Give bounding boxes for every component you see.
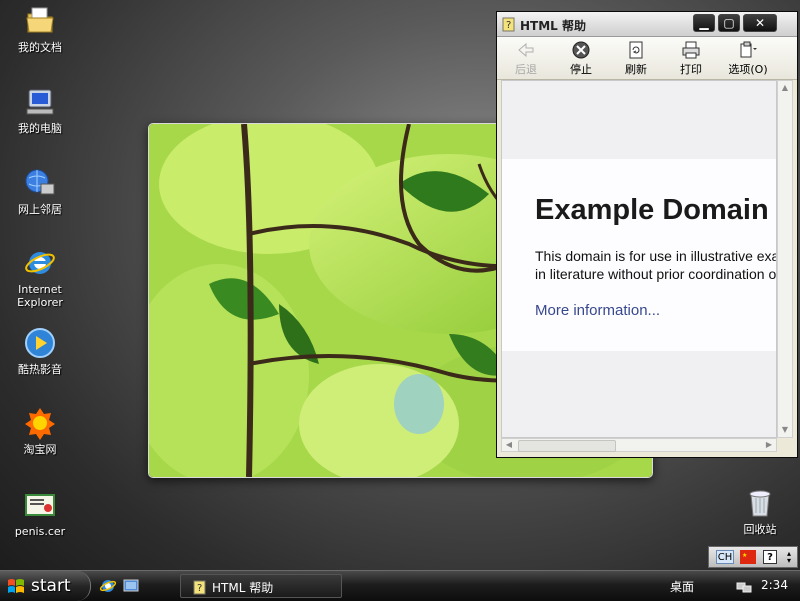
example-domain-card: Example Domain This domain is for use in… xyxy=(502,159,777,351)
desktop-icon-label: 回收站 xyxy=(743,523,777,536)
desktop-toolbar-label[interactable]: 桌面 xyxy=(670,578,694,595)
html-help-window: ? HTML 帮助 ▁ ▢ ✕ 后退 停止 刷新 打印 选项(O) Exampl… xyxy=(496,11,798,458)
computer-icon xyxy=(26,89,54,115)
vertical-scrollbar[interactable]: ▲ ▼ xyxy=(777,80,793,438)
stop-icon xyxy=(572,41,590,59)
scroll-right-arrow-icon[interactable]: ▶ xyxy=(762,439,776,451)
desktop-icon-label: 我的电脑 xyxy=(18,122,62,135)
page-heading: Example Domain xyxy=(535,194,769,226)
taskbar: start ? HTML 帮助 桌面 2:34 xyxy=(0,570,800,601)
network-icon xyxy=(25,169,55,195)
paragraph-line: in literature without prior coordination… xyxy=(535,266,777,282)
page-paragraph: This domain is for use in illustrative e… xyxy=(535,247,777,283)
svg-text:?: ? xyxy=(506,20,511,31)
language-bar: CH ★ ? ▴ ▾ xyxy=(708,546,798,568)
desktop-icon-label: penis.cer xyxy=(14,525,66,538)
network-tray-icon[interactable] xyxy=(736,578,752,594)
desktop-icon-my-computer[interactable]: 我的电脑 xyxy=(2,85,78,135)
language-indicator[interactable]: CH xyxy=(716,550,734,564)
help-book-icon: ? xyxy=(193,580,206,595)
more-information-link[interactable]: More information... xyxy=(535,302,660,319)
desktop-icon-label: 我的文档 xyxy=(18,41,62,54)
svg-text:★: ★ xyxy=(742,552,747,559)
desktop-icon-label: Internet Explorer xyxy=(17,283,63,309)
horizontal-scroll-thumb[interactable] xyxy=(518,440,616,452)
taskbar-item-label: HTML 帮助 xyxy=(212,581,274,595)
media-player-icon xyxy=(25,328,55,358)
horizontal-scrollbar[interactable]: ◀ ▶ xyxy=(501,438,777,452)
show-desktop-icon[interactable] xyxy=(122,577,140,595)
language-bar-options-icon[interactable]: ▴ ▾ xyxy=(783,550,795,565)
title-bar[interactable]: ? HTML 帮助 ▁ ▢ ✕ xyxy=(497,12,797,37)
china-flag-icon[interactable]: ★ xyxy=(740,550,756,564)
clock[interactable]: 2:34 xyxy=(761,578,788,592)
stop-button[interactable]: 停止 xyxy=(558,40,604,77)
print-button[interactable]: 打印 xyxy=(668,40,714,77)
desktop-icon-label: 网上邻居 xyxy=(18,203,62,216)
desktop-icon-certificate[interactable]: penis.cer xyxy=(2,488,78,538)
scroll-up-arrow-icon[interactable]: ▲ xyxy=(778,81,792,95)
back-button[interactable]: 后退 xyxy=(503,40,549,77)
desktop-icon-recycle-bin[interactable]: 回收站 xyxy=(722,486,798,536)
minimize-button[interactable]: ▁ xyxy=(693,14,715,32)
ie-icon xyxy=(25,252,55,274)
scroll-left-arrow-icon[interactable]: ◀ xyxy=(502,439,516,451)
window-title: HTML 帮助 xyxy=(520,19,586,33)
options-button[interactable]: 选项(O) xyxy=(723,40,773,77)
maximize-button[interactable]: ▢ xyxy=(718,14,740,32)
system-tray: 2:34 xyxy=(700,571,800,601)
desktop-icon-taobao[interactable]: 淘宝网 xyxy=(2,406,78,456)
taobao-icon xyxy=(25,408,55,440)
printer-icon xyxy=(682,41,700,59)
folder-icon xyxy=(26,7,54,33)
help-content-pane[interactable]: Example Domain This domain is for use in… xyxy=(501,80,777,438)
certificate-icon xyxy=(25,494,55,516)
desktop-icon-label: 酷热影音 xyxy=(18,363,62,376)
desktop-icon-my-documents[interactable]: 我的文档 xyxy=(2,4,78,54)
refresh-button[interactable]: 刷新 xyxy=(613,40,659,77)
options-icon xyxy=(740,41,757,58)
help-toolbar: 后退 停止 刷新 打印 选项(O) xyxy=(497,37,797,80)
help-book-icon: ? xyxy=(502,17,515,32)
windows-logo-icon xyxy=(8,579,24,593)
scroll-down-arrow-icon[interactable]: ▼ xyxy=(778,423,792,437)
quicklaunch-ie-icon[interactable] xyxy=(99,577,117,595)
help-icon[interactable]: ? xyxy=(763,550,777,564)
recycle-bin-icon xyxy=(749,490,771,517)
paragraph-line: This domain is for use in illustrative e… xyxy=(535,248,776,264)
desktop-icon-media-player[interactable]: 酷热影音 xyxy=(2,326,78,376)
desktop-icon-network[interactable]: 网上邻居 xyxy=(2,166,78,216)
desktop-icon-label: 淘宝网 xyxy=(23,443,57,456)
refresh-icon xyxy=(629,41,643,59)
svg-text:?: ? xyxy=(197,583,202,594)
taskbar-item-html-help[interactable]: ? HTML 帮助 xyxy=(180,574,342,598)
desktop-icon-internet-explorer[interactable]: Internet Explorer xyxy=(2,246,78,309)
start-label: start xyxy=(31,576,71,596)
close-button[interactable]: ✕ xyxy=(743,14,777,32)
back-arrow-icon xyxy=(518,42,534,58)
start-button[interactable]: start xyxy=(0,571,91,601)
